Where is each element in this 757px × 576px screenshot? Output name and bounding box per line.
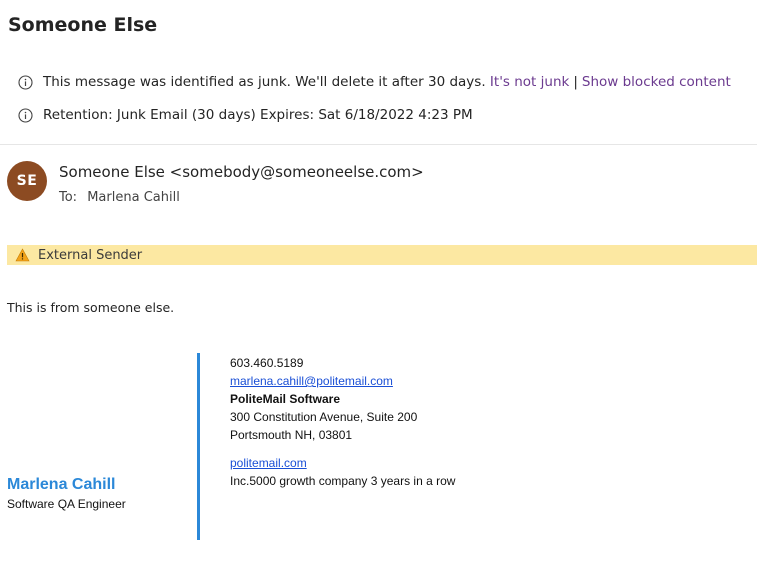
email-reading-pane: Someone Else This message was identified… bbox=[0, 0, 757, 576]
signature-website-link[interactable]: politemail.com bbox=[230, 456, 307, 470]
email-body: This is from someone else. bbox=[7, 300, 175, 315]
recipient-name[interactable]: Marlena Cahill bbox=[87, 190, 180, 205]
external-sender-banner: External Sender bbox=[7, 245, 757, 265]
retention-notice: Retention: Junk Email (30 days) Expires:… bbox=[18, 107, 473, 123]
sender-avatar[interactable]: SE bbox=[7, 161, 47, 201]
info-icon bbox=[18, 74, 33, 90]
not-junk-link[interactable]: It's not junk bbox=[490, 74, 569, 90]
sender-name[interactable]: Someone Else <somebody@someoneelse.com> bbox=[59, 163, 424, 181]
junk-notice: This message was identified as junk. We'… bbox=[18, 74, 731, 90]
signature-phone: 603.460.5189 bbox=[230, 356, 304, 370]
signature-company: PoliteMail Software bbox=[230, 392, 341, 406]
email-subject: Someone Else bbox=[8, 14, 158, 36]
to-label: To: bbox=[59, 190, 78, 205]
header-divider bbox=[0, 144, 757, 145]
signature-title: Software QA Engineer bbox=[7, 497, 126, 511]
show-blocked-content-link[interactable]: Show blocked content bbox=[582, 74, 731, 90]
recipients-line: To: Marlena Cahill bbox=[59, 190, 180, 205]
signature-address-line2: Portsmouth NH, 03801 bbox=[230, 428, 353, 442]
info-icon bbox=[18, 107, 33, 123]
signature-email-link[interactable]: marlena.cahill@politemail.com bbox=[230, 374, 393, 388]
signature-address-line1: 300 Constitution Avenue, Suite 200 bbox=[230, 410, 418, 424]
signature-name: Marlena Cahill bbox=[7, 476, 116, 493]
signature-tagline: Inc.5000 growth company 3 years in a row bbox=[230, 474, 456, 488]
signature-divider bbox=[197, 353, 200, 540]
retention-notice-text: Retention: Junk Email (30 days) Expires:… bbox=[43, 107, 473, 123]
link-separator: | bbox=[573, 74, 578, 90]
external-sender-text: External Sender bbox=[38, 247, 143, 263]
signature-details: 603.460.5189 marlena.cahill@politemail.c… bbox=[230, 354, 455, 490]
signature-identity: Marlena Cahill Software QA Engineer bbox=[7, 476, 126, 511]
junk-notice-text: This message was identified as junk. We'… bbox=[43, 74, 486, 90]
warning-icon bbox=[15, 248, 30, 262]
